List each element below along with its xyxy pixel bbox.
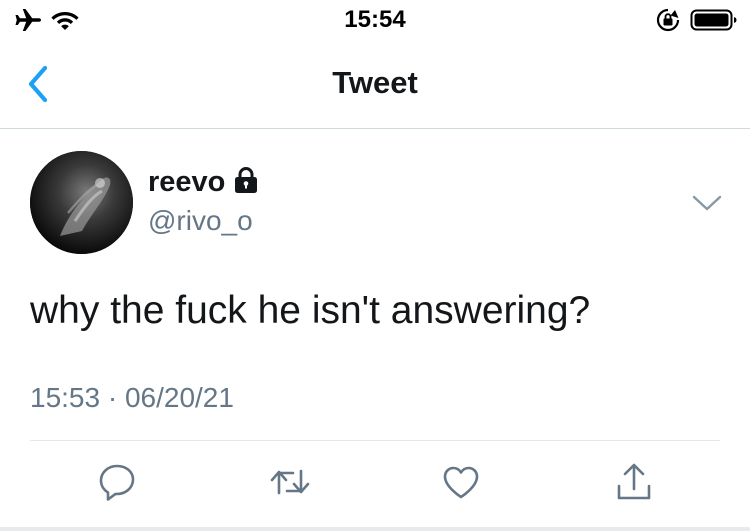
share-icon [613, 461, 655, 508]
like-icon [440, 461, 482, 508]
author-block[interactable]: reevo @rivo_o [148, 165, 259, 237]
tweet-actions [0, 462, 750, 512]
nav-bar: Tweet [0, 42, 750, 129]
chevron-down-icon [690, 195, 724, 219]
tweet-text: why the fuck he isn't answering? [30, 289, 591, 332]
tweet: reevo @rivo_o why the fuck he isn't answ… [0, 129, 750, 531]
status-right [656, 8, 738, 37]
page-title: Tweet [332, 65, 418, 100]
retweet-button[interactable] [268, 462, 312, 506]
orientation-lock-icon [656, 8, 680, 37]
tweet-detail-screen: 15:54 Tweet reevo @rivo_o why the fuck h… [0, 0, 750, 531]
reply-icon [96, 461, 138, 508]
avatar[interactable] [30, 151, 133, 254]
tweet-menu-button[interactable] [690, 191, 724, 215]
timestamp: 15:53 · 06/20/21 [30, 382, 234, 413]
bottom-edge [0, 527, 750, 531]
like-button[interactable] [439, 462, 483, 506]
name-row: reevo [148, 165, 259, 199]
battery-icon [690, 8, 738, 37]
status-time: 15:54 [344, 6, 406, 33]
reply-button[interactable] [95, 462, 139, 506]
status-bar: 15:54 [0, 0, 750, 42]
display-name: reevo [148, 166, 226, 198]
divider [30, 440, 720, 441]
retweet-icon [268, 461, 312, 508]
handle: @rivo_o [148, 205, 253, 236]
share-button[interactable] [612, 462, 656, 506]
lock-icon [233, 166, 259, 199]
